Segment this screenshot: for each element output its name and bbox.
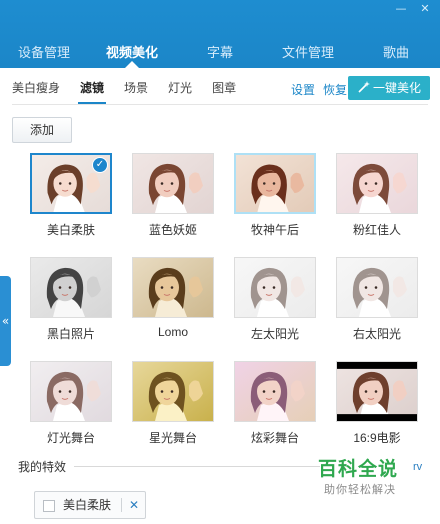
filter-item[interactable]: 16:9电影 — [336, 361, 418, 446]
my-effects-divider — [74, 466, 320, 467]
filter-item[interactable]: 黑白照片 — [30, 257, 112, 342]
filter-item[interactable]: ✓ 美白柔肤 — [30, 153, 112, 238]
watermark-subtitle: 助你轻松解决 — [324, 484, 396, 496]
filter-label: 蓝色妖姬 — [148, 223, 197, 237]
magic-wand-icon — [357, 76, 371, 100]
filter-label: 牧神午后 — [250, 223, 299, 237]
filter-thumbnail — [132, 257, 214, 318]
restore-link[interactable]: 恢复 — [323, 81, 347, 98]
remove-effect-icon[interactable]: ✕ — [125, 492, 143, 518]
sub-tab-4[interactable]: 图章 — [212, 68, 236, 108]
filter-thumbnail — [336, 257, 418, 318]
filter-label: 星光舞台 — [148, 431, 197, 445]
watermark-mark: rv — [413, 461, 423, 473]
filter-thumbnail — [132, 361, 214, 422]
filter-item[interactable]: 右太阳光 — [336, 257, 418, 342]
watermark-title: 百科全说 — [318, 459, 399, 480]
settings-link[interactable]: 设置 — [291, 81, 315, 98]
filter-thumbnail — [30, 361, 112, 422]
filter-item[interactable]: 炫彩舞台 — [234, 361, 316, 446]
main-tab-3[interactable]: 文件管理 — [264, 38, 352, 68]
filter-thumbnail — [234, 257, 316, 318]
filter-label: Lomo — [157, 325, 189, 339]
effect-chip-label: 美白柔肤 — [63, 498, 112, 512]
top-header: — ✕ 设备管理 视频美化 字幕 文件管理 歌曲 — [0, 0, 440, 68]
filter-label: 右太阳光 — [352, 327, 401, 341]
add-button[interactable]: 添加 — [12, 117, 72, 143]
filter-thumbnail — [336, 153, 418, 214]
filter-label: 炫彩舞台 — [250, 431, 299, 445]
filter-label: 美白柔肤 — [46, 223, 95, 237]
sub-tab-3[interactable]: 灯光 — [168, 68, 192, 108]
effect-checkbox[interactable] — [43, 500, 55, 512]
filter-label: 16:9电影 — [353, 431, 401, 445]
one-click-label: 一键美化 — [372, 81, 421, 95]
checkmark-icon: ✓ — [92, 157, 108, 173]
sub-tabs: 美白瘦身 滤镜 场景 灯光 图章 — [12, 68, 256, 108]
filter-label: 黑白照片 — [46, 327, 95, 341]
filter-item[interactable]: 牧神午后 — [234, 153, 316, 238]
close-button[interactable]: ✕ — [416, 2, 434, 16]
filter-item[interactable]: 左太阳光 — [234, 257, 316, 342]
main-tab-1[interactable]: 视频美化 — [88, 38, 176, 68]
sub-divider — [12, 104, 428, 105]
filter-thumbnail — [30, 257, 112, 318]
main-tab-2[interactable]: 字幕 — [176, 38, 264, 68]
filter-item[interactable]: 星光舞台 — [132, 361, 214, 446]
filter-thumbnail — [132, 153, 214, 214]
sub-tab-0[interactable]: 美白瘦身 — [12, 68, 60, 108]
filter-thumbnail — [234, 361, 316, 422]
filter-item[interactable]: 粉红佳人 — [336, 153, 418, 238]
sub-tab-2[interactable]: 场景 — [124, 68, 148, 108]
collapse-panel-button[interactable]: « — [0, 276, 11, 366]
effect-chip: 美白柔肤 ✕ — [34, 491, 146, 519]
window-controls: — ✕ — [392, 2, 434, 16]
main-tab-0[interactable]: 设备管理 — [0, 38, 88, 68]
filter-label: 灯光舞台 — [46, 431, 95, 445]
one-click-beautify-button[interactable]: 一键美化 — [348, 76, 430, 100]
sub-tab-1[interactable]: 滤镜 — [78, 68, 107, 108]
filter-item[interactable]: 灯光舞台 — [30, 361, 112, 446]
filter-thumbnail — [234, 153, 316, 214]
main-tab-bar: 设备管理 视频美化 字幕 文件管理 歌曲 — [0, 38, 440, 68]
filter-label: 粉红佳人 — [352, 223, 401, 237]
minimize-button[interactable]: — — [392, 2, 410, 16]
filter-label: 左太阳光 — [250, 327, 299, 341]
filter-thumbnail — [336, 361, 418, 422]
main-tab-4[interactable]: 歌曲 — [352, 38, 440, 68]
filter-item[interactable]: 蓝色妖姬 — [132, 153, 214, 238]
my-effects-title: 我的特效 — [18, 460, 67, 474]
chip-separator — [121, 498, 122, 512]
filter-item[interactable]: Lomo — [132, 257, 214, 342]
